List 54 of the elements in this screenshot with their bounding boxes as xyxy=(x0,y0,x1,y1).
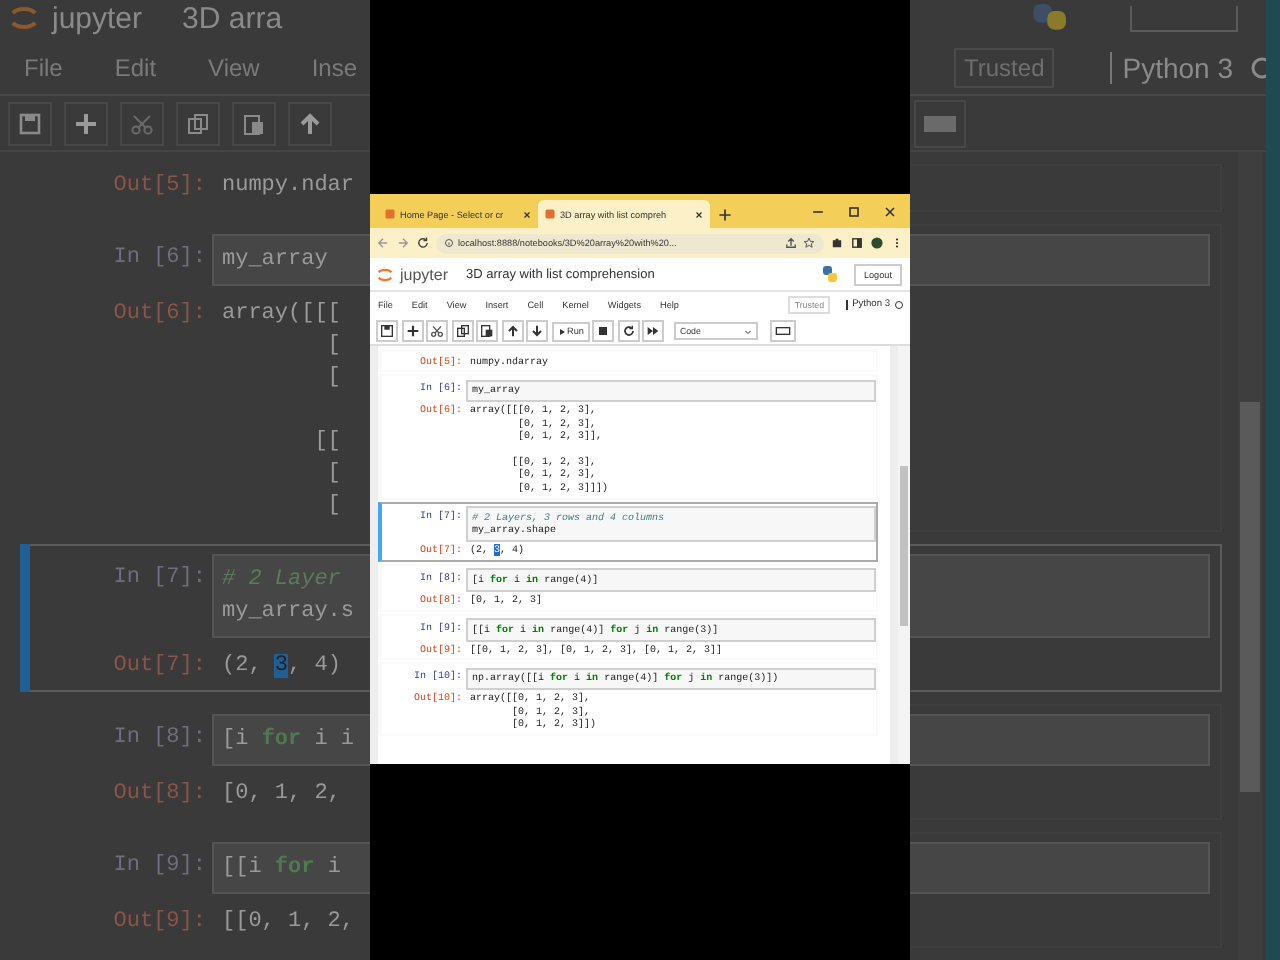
output-line: [0, 1, 2, xyxy=(222,780,341,810)
arrow-down-icon[interactable] xyxy=(526,320,548,342)
jupyter-logo-icon xyxy=(8,2,40,34)
selected-text: 3 xyxy=(274,654,289,678)
input-prompt: In [8]: xyxy=(111,724,208,754)
scrollbar-thumb[interactable] xyxy=(900,466,908,626)
close-icon[interactable] xyxy=(882,204,898,220)
output-line: [ xyxy=(325,332,341,362)
code-line: my_array xyxy=(222,246,328,276)
output-line: array([[[ xyxy=(222,300,341,330)
code-line: my_array.s xyxy=(222,598,355,628)
output-line: [ xyxy=(325,364,341,394)
output-line: numpy.ndar xyxy=(222,172,355,202)
kernel-name: Python 3 xyxy=(1110,51,1234,83)
favicon-icon xyxy=(544,208,556,220)
scrollbar[interactable] xyxy=(898,346,910,764)
output-prompt: Out[8]: xyxy=(111,780,208,810)
kernel-status-icon xyxy=(894,300,904,310)
avatar-icon[interactable] xyxy=(870,236,884,250)
play-icon xyxy=(557,327,565,335)
scrollbar-thumb[interactable] xyxy=(1240,402,1260,792)
input-prompt: In [9]: xyxy=(111,852,208,882)
reload-icon[interactable] xyxy=(416,236,430,250)
cell-selection-marker[interactable] xyxy=(20,544,30,692)
close-icon[interactable] xyxy=(694,209,704,219)
output-prompt: Out[5]: xyxy=(111,172,208,202)
restart-icon[interactable] xyxy=(617,320,640,342)
output-line: [[0, 1, 2, xyxy=(222,908,355,938)
output-line: [[ xyxy=(312,428,341,458)
python-logo-icon xyxy=(819,264,840,284)
close-icon[interactable] xyxy=(522,209,532,219)
kernel-status-icon xyxy=(1249,55,1266,79)
stop-icon[interactable] xyxy=(592,320,615,342)
input-prompt: In [6]: xyxy=(111,244,208,274)
jupyter-logo-icon xyxy=(376,265,394,283)
output-line: [ xyxy=(325,460,341,490)
new-tab-icon[interactable] xyxy=(718,208,732,222)
sidebar-icon[interactable] xyxy=(850,236,864,250)
caret-icon xyxy=(743,327,752,335)
output-text: (2, xyxy=(222,654,264,678)
logo-text: jupyter xyxy=(400,265,449,283)
output-line: [ xyxy=(325,492,341,522)
notebook-title: 3D arra xyxy=(182,1,283,35)
output-prompt: Out[9]: xyxy=(111,908,208,938)
logo-text: jupyter xyxy=(52,1,143,35)
menu-icon[interactable] xyxy=(890,236,904,250)
scrollbar[interactable] xyxy=(1238,152,1262,960)
output-prompt: Out[7]: xyxy=(111,652,208,682)
input-prompt: In [7]: xyxy=(111,564,208,594)
output-text: , 4) xyxy=(288,654,341,678)
output-prompt: Out[6]: xyxy=(111,300,208,330)
favicon-icon xyxy=(384,208,396,220)
fast-forward-icon[interactable] xyxy=(642,320,665,342)
maximize-icon[interactable] xyxy=(846,204,862,220)
